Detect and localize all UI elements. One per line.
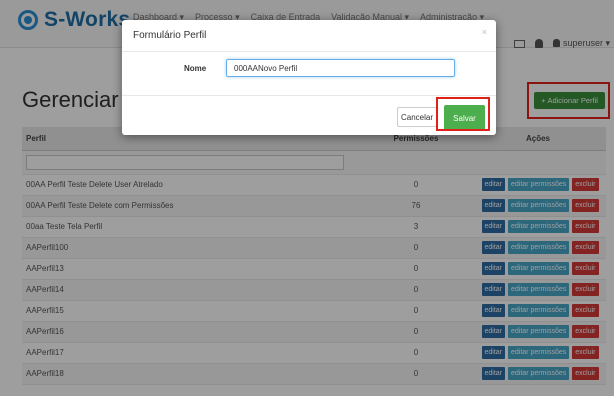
name-label: Nome bbox=[184, 64, 207, 73]
modal-footer-divider bbox=[122, 95, 496, 96]
modal-divider bbox=[122, 51, 496, 52]
close-icon[interactable]: × bbox=[482, 27, 487, 37]
highlight-save-button bbox=[436, 97, 490, 131]
cancel-button[interactable]: Cancelar bbox=[397, 107, 437, 127]
modal-title: Formulário Perfil bbox=[133, 30, 207, 41]
name-input[interactable]: 000AANovo Perfil bbox=[226, 59, 455, 77]
